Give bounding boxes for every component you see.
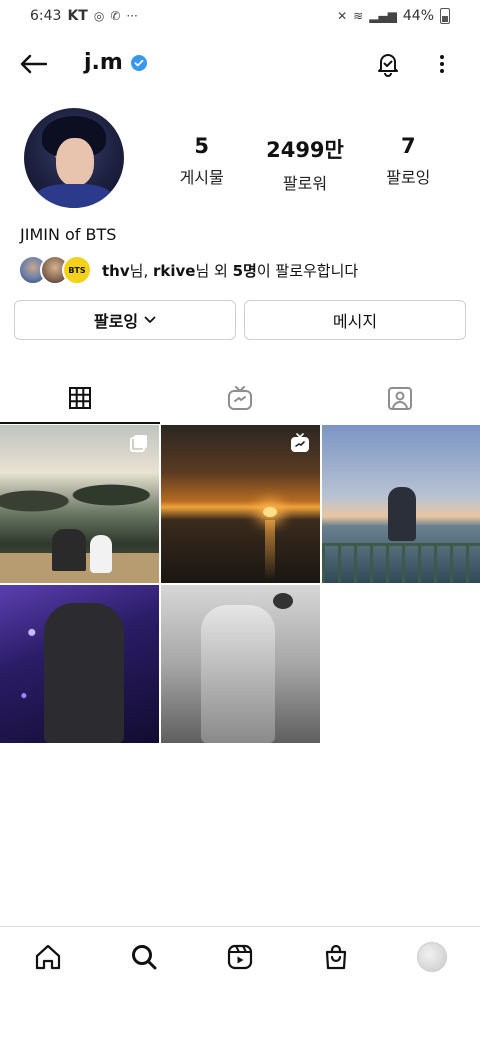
stat-followers[interactable]: 2499만 팔로워 <box>253 134 356 194</box>
igtv-badge-icon <box>291 433 309 452</box>
igtv-icon <box>228 386 252 410</box>
profile-display-name: JIMIN of BTS <box>20 225 117 244</box>
post-3-railing <box>322 543 480 583</box>
nav-home[interactable] <box>0 927 96 986</box>
tab-grid[interactable] <box>0 372 160 424</box>
nav-search[interactable] <box>96 927 192 986</box>
call-icon: ✆ <box>110 9 121 23</box>
post-2-reflection <box>265 520 275 580</box>
stat-following[interactable]: 7 팔로잉 <box>357 134 460 194</box>
profile-avatar[interactable] <box>24 108 124 208</box>
mute-icon: ✕ <box>337 9 348 23</box>
tab-igtv[interactable] <box>160 372 320 424</box>
back-arrow-icon <box>20 54 47 74</box>
mutual-suffix-2: 님 외 <box>195 261 233 280</box>
status-carrier: KT <box>67 8 88 24</box>
mutual-user-2: rkive <box>152 261 196 280</box>
post-2[interactable] <box>161 425 320 583</box>
more-vertical-icon <box>440 55 444 73</box>
profile-tabs <box>0 372 480 424</box>
profile-stats: 5 게시물 2499만 팔로워 7 팔로잉 <box>150 134 460 194</box>
profile-actions: 팔로잉 메시지 <box>14 300 466 340</box>
profile-avatar-icon <box>417 941 447 972</box>
chevron-down-icon <box>144 316 156 323</box>
mutual-suffix-3: 이 팔로우합니다 <box>256 261 359 280</box>
username-text: j.m <box>84 50 123 75</box>
stat-posts[interactable]: 5 게시물 <box>150 134 253 194</box>
reels-icon <box>227 944 253 969</box>
mutual-followers-text: thv님, rkive님 외 5명이 팔로우합니다 <box>102 260 358 281</box>
mutual-suffix-1: 님, <box>129 261 153 280</box>
message-button[interactable]: 메시지 <box>244 300 466 340</box>
post-1-person <box>52 529 86 571</box>
post-2-sun <box>263 507 277 517</box>
post-1-snoopy <box>90 535 112 573</box>
more-notifications-icon: ··· <box>126 9 138 23</box>
tagged-person-icon <box>388 387 412 410</box>
home-icon <box>35 944 61 969</box>
following-button[interactable]: 팔로잉 <box>14 300 236 340</box>
profile-header: j.m <box>0 40 480 88</box>
wifi-icon: ≋ <box>353 9 364 23</box>
status-right: ✕ ≋ ▂▄▆ 44% <box>337 8 450 24</box>
following-button-label: 팔로잉 <box>93 312 139 331</box>
post-3-person <box>388 487 416 541</box>
notification-icon: ◎ <box>93 9 105 23</box>
nav-profile[interactable] <box>384 927 480 986</box>
mutual-user-1: thv <box>102 261 130 280</box>
notifications-button[interactable] <box>372 48 404 80</box>
search-icon <box>132 944 157 969</box>
stat-following-count: 7 <box>401 134 416 158</box>
status-left: 6:43 KT ◎ ✆ ··· <box>30 8 138 24</box>
nav-shop[interactable] <box>288 927 384 986</box>
status-time: 6:43 <box>30 8 62 24</box>
bottom-navigation <box>0 926 480 986</box>
nav-reels[interactable] <box>192 927 288 986</box>
battery-percent: 44% <box>402 8 434 24</box>
stat-following-label: 팔로잉 <box>386 168 431 187</box>
verified-icon <box>130 54 147 71</box>
posts-grid <box>0 425 480 743</box>
profile-username: j.m <box>84 50 147 75</box>
shopping-bag-icon <box>325 944 347 969</box>
mutual-followers[interactable]: BTS thv님, rkive님 외 5명이 팔로우합니다 <box>18 255 358 285</box>
mutual-avatar-3: BTS <box>62 255 92 285</box>
message-button-label: 메시지 <box>332 312 378 331</box>
avatar-face <box>56 138 94 186</box>
more-options-button[interactable] <box>430 48 454 80</box>
signal-icon: ▂▄▆ <box>369 9 397 23</box>
post-5[interactable] <box>161 585 320 743</box>
bell-check-icon <box>378 54 398 77</box>
post-5-lamp <box>273 593 293 609</box>
mutual-count: 5명 <box>232 261 257 280</box>
post-4[interactable] <box>0 585 159 743</box>
stat-followers-label: 팔로워 <box>282 174 328 193</box>
battery-icon <box>440 8 450 24</box>
post-1[interactable] <box>0 425 159 583</box>
stat-posts-label: 게시물 <box>179 168 224 187</box>
stat-followers-count: 2499만 <box>266 138 344 162</box>
tab-tagged[interactable] <box>320 372 480 424</box>
mutual-avatars: BTS <box>18 255 92 285</box>
post-4-person <box>44 603 124 743</box>
carousel-icon <box>130 435 147 452</box>
grid-icon <box>69 387 91 409</box>
post-3[interactable] <box>322 425 480 583</box>
status-bar: 6:43 KT ◎ ✆ ··· ✕ ≋ ▂▄▆ 44% <box>0 0 480 32</box>
post-5-person <box>201 605 275 743</box>
back-button[interactable] <box>16 48 50 80</box>
stat-posts-count: 5 <box>194 134 209 158</box>
avatar-collar <box>36 184 112 208</box>
post-1-trees <box>0 465 159 525</box>
